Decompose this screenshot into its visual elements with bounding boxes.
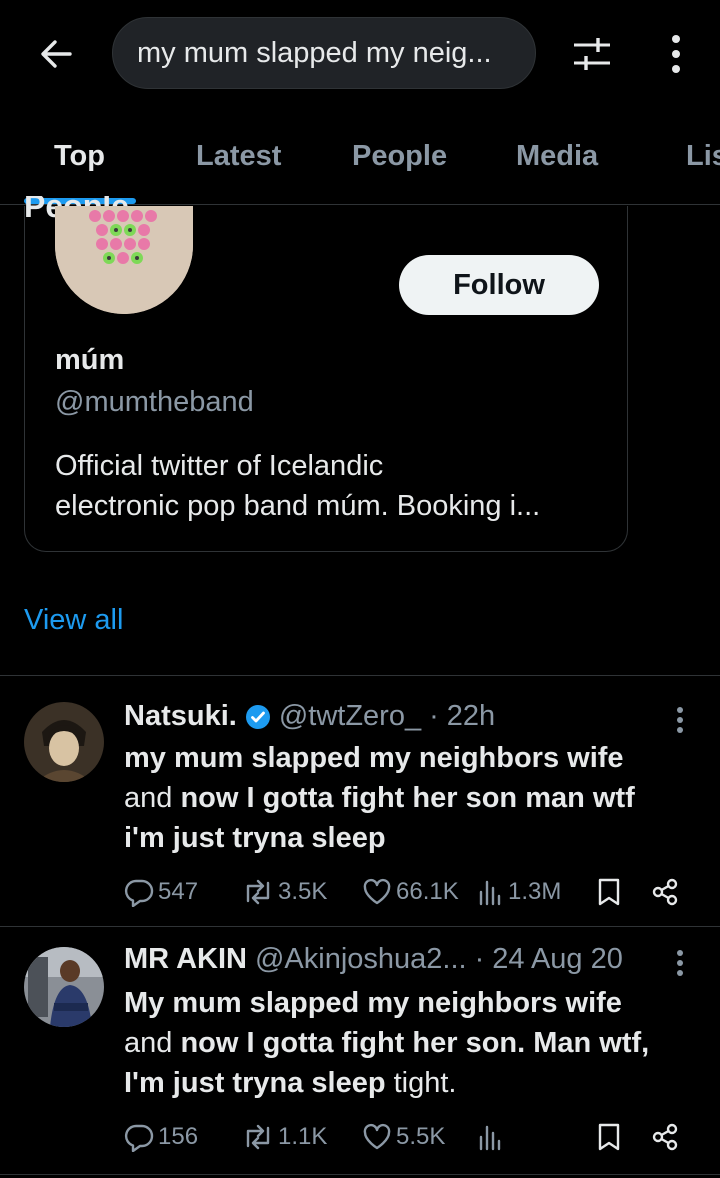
tweet-text-segment: now I gotta fight her son. Man wtf, — [180, 1027, 650, 1059]
tab-lists[interactable]: Lis — [686, 140, 720, 173]
tweet-text-segment: tight. — [385, 1067, 457, 1099]
filter-sliders-icon[interactable] — [566, 30, 618, 78]
share-icon — [652, 878, 678, 906]
tweet[interactable]: MR AKIN @Akinjoshua2... · 24 Aug 20 My m… — [0, 927, 720, 1177]
tweet-author-name[interactable]: Natsuki. — [124, 700, 237, 733]
retweet-icon — [246, 879, 270, 905]
tab-media[interactable]: Media — [516, 140, 598, 173]
views-button[interactable] — [478, 1117, 508, 1157]
retweet-button[interactable]: 1.1K — [242, 1117, 327, 1157]
more-vertical-icon[interactable] — [664, 943, 696, 983]
more-vertical-icon[interactable] — [654, 30, 698, 78]
share-icon — [652, 1123, 678, 1151]
reply-icon — [124, 1124, 154, 1152]
bookmark-icon — [598, 878, 620, 906]
tweet-text-segment: I'm just tryna sleep — [124, 1067, 386, 1099]
reply-count: 547 — [158, 878, 199, 905]
tweet-text-line: i'm just tryna sleep — [124, 822, 386, 854]
reply-button[interactable]: 156 — [124, 1117, 198, 1157]
search-tabs: Top Latest People Media Lis — [0, 118, 720, 205]
heart-icon — [363, 878, 391, 905]
avatar[interactable] — [24, 702, 104, 782]
tweet-text-line: My mum slapped my neighbors wife — [124, 987, 622, 1019]
views-button[interactable]: 1.3M — [478, 872, 561, 912]
tweet-author-handle: @Akinjoshua2... — [254, 943, 467, 975]
retweet-count: 3.5K — [278, 878, 328, 905]
tweet-text: my mum slapped my neighbors wife and now… — [124, 738, 694, 858]
tweet-header: Natsuki. @twtZero_ · 22h — [124, 700, 495, 733]
search-query: my mum slapped my neig... — [137, 36, 492, 69]
reply-icon — [124, 879, 154, 907]
back-arrow-icon[interactable] — [34, 32, 78, 76]
tweet-text-line: my mum slapped my neighbors wife — [124, 742, 624, 774]
tab-people[interactable]: People — [352, 140, 447, 173]
follow-button[interactable]: Follow — [399, 255, 599, 315]
tweet-text-segment: and — [124, 782, 181, 814]
top-bar: my mum slapped my neig... — [0, 0, 720, 110]
tweet-header: MR AKIN @Akinjoshua2... · 24 Aug 20 — [124, 943, 623, 976]
heart-icon — [363, 1123, 391, 1150]
user-handle: @mumtheband — [55, 386, 254, 418]
views-bar-chart-icon — [479, 880, 501, 906]
verified-badge-icon — [245, 704, 271, 730]
tweet-text: My mum slapped my neighbors wife and now… — [124, 983, 694, 1103]
tweet-text-segment: and — [124, 1027, 181, 1059]
tweet-text-segment: now I gotta fight her son man wtf — [180, 782, 635, 814]
like-button[interactable]: 5.5K — [362, 1117, 445, 1157]
reply-count: 156 — [158, 1123, 199, 1150]
user-avatar[interactable] — [55, 206, 193, 314]
tweet-author-handle: @twtZero_ — [278, 700, 422, 732]
like-count: 66.1K — [396, 878, 459, 905]
view-all-link[interactable]: View all — [24, 604, 123, 637]
tab-latest[interactable]: Latest — [196, 140, 281, 173]
bookmark-button[interactable] — [596, 1117, 622, 1157]
views-bar-chart-icon — [479, 1125, 501, 1151]
separator-dot: · — [429, 700, 439, 732]
user-bio: Official twitter of Icelandic electronic… — [55, 446, 595, 526]
tweet[interactable]: Natsuki. @twtZero_ · 22h my mum slapped … — [0, 676, 720, 926]
bookmark-icon — [598, 1123, 620, 1151]
tweet-actions: 547 3.5K 66.1K 1.3M — [124, 872, 696, 912]
separator-dot: · — [474, 943, 485, 975]
user-name[interactable]: múm — [55, 344, 124, 377]
divider — [0, 1174, 720, 1175]
reply-button[interactable]: 547 — [124, 872, 198, 912]
retweet-count: 1.1K — [278, 1123, 328, 1150]
user-bio-line: electronic pop band múm. Booking i... — [55, 490, 541, 522]
retweet-icon — [246, 1124, 270, 1150]
share-button[interactable] — [650, 1117, 680, 1157]
avatar[interactable] — [24, 947, 104, 1027]
retweet-button[interactable]: 3.5K — [242, 872, 327, 912]
search-input[interactable]: my mum slapped my neig... — [112, 17, 536, 89]
user-card[interactable]: Follow múm @mumtheband Official twitter … — [24, 206, 628, 552]
bookmark-button[interactable] — [596, 872, 622, 912]
like-count: 5.5K — [396, 1123, 446, 1150]
like-button[interactable]: 66.1K — [362, 872, 459, 912]
tweet-actions: 156 1.1K 5.5K — [124, 1117, 696, 1157]
tweet-author-name[interactable]: MR AKIN — [124, 943, 247, 976]
user-bio-line: Official twitter of Icelandic — [55, 450, 384, 482]
tweet-timestamp: 22h — [446, 700, 496, 732]
views-count: 1.3M — [508, 878, 562, 905]
tab-top[interactable]: Top — [54, 140, 105, 173]
tweet-timestamp: 24 Aug 20 — [492, 943, 623, 975]
share-button[interactable] — [650, 872, 680, 912]
more-vertical-icon[interactable] — [664, 700, 696, 740]
